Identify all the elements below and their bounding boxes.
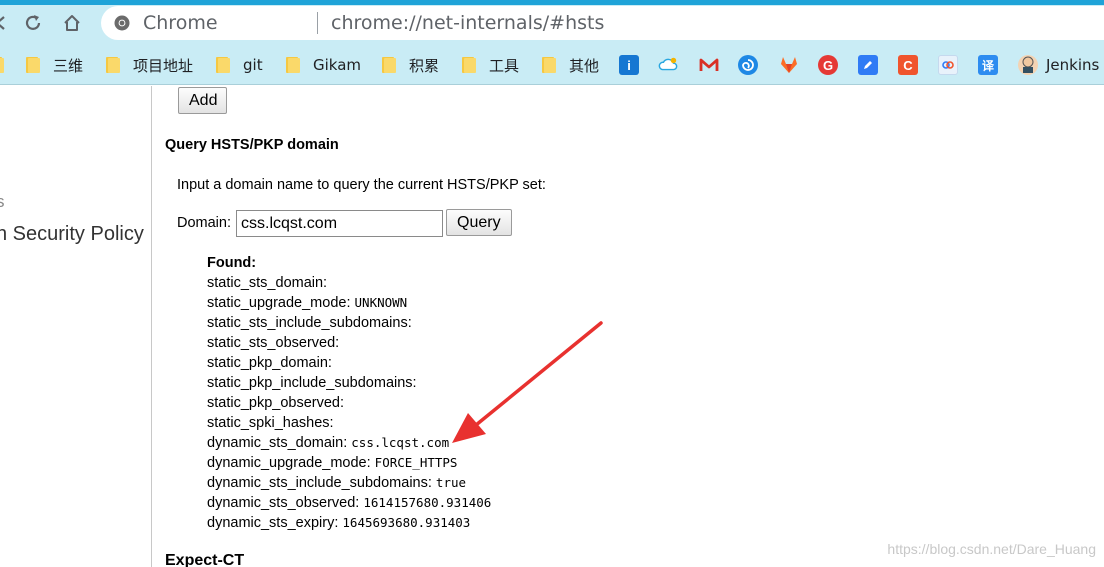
bookmark-folder-other[interactable]: 其他 [542, 45, 599, 84]
result-value: FORCE_HTTPS [374, 455, 458, 470]
result-key: dynamic_sts_observed: [207, 495, 360, 511]
translate-icon: 译 [978, 55, 998, 75]
query-instructions: Input a domain name to query the current… [177, 177, 546, 193]
bookmark-folder-sanwei[interactable]: 三维 [26, 45, 83, 84]
bookmark-gmail[interactable] [699, 45, 719, 84]
bookmark-folder-projects[interactable]: 项目地址 [106, 45, 193, 84]
bookmark-folder-git[interactable]: git [216, 45, 263, 84]
folder-icon [542, 57, 556, 73]
folder-icon [0, 57, 4, 73]
domain-query-input[interactable]: css.lcqst.com [236, 210, 443, 237]
result-value: true [435, 475, 467, 490]
query-button[interactable]: Query [446, 209, 512, 236]
bookmark-pen[interactable] [858, 45, 878, 84]
bookmark-g-red[interactable]: G [818, 45, 838, 84]
result-key: static_upgrade_mode: [207, 295, 351, 311]
result-row: static_upgrade_mode: UNKNOWN [207, 293, 491, 313]
swirl-icon [738, 55, 758, 75]
result-key: static_sts_observed: [207, 335, 340, 351]
bookmark-folder-gikam[interactable]: Gikam [286, 45, 361, 84]
query-section-heading: Query HSTS/PKP domain [165, 137, 339, 153]
query-results: Found: static_sts_domain: static_upgrade… [207, 253, 491, 533]
bookmark-folder-tools[interactable]: 工具 [462, 45, 519, 84]
bookmark-info[interactable]: i [619, 45, 639, 84]
folder-icon [26, 57, 40, 73]
result-key: static_sts_domain: [207, 275, 328, 291]
loop-icon [938, 55, 958, 75]
bookmark-folder-jilei[interactable]: 积累 [382, 45, 439, 84]
back-arrow-icon[interactable] [0, 11, 12, 35]
result-row: dynamic_sts_domain: css.lcqst.com [207, 433, 491, 453]
chrome-logo-icon [114, 15, 130, 31]
home-icon[interactable] [60, 11, 84, 35]
sidebar-item-domain-security-policy[interactable]: n Security Policy [0, 223, 144, 246]
bookmark-loop[interactable] [938, 45, 958, 84]
folder-icon [462, 57, 476, 73]
bookmark-partial[interactable] [0, 45, 4, 84]
result-key: dynamic_sts_domain: [207, 435, 348, 451]
toolbar-accent-stripe [0, 0, 1104, 5]
bookmark-weather[interactable] [658, 45, 678, 84]
gmail-icon [699, 55, 719, 75]
expect-ct-heading: Expect-CT [165, 552, 245, 567]
folder-icon [106, 57, 120, 73]
gitlab-icon [779, 55, 799, 75]
g-logo-icon: G [818, 55, 838, 75]
bookmarks-bar: 三维 项目地址 git Gikam 积累 工具 其他 i G C 译 Jenki… [0, 45, 1104, 85]
bookmark-jenkins[interactable]: Jenkins [1018, 45, 1099, 84]
result-value: 1645693680.931403 [342, 515, 471, 530]
bookmark-gitlab[interactable] [779, 45, 799, 84]
result-row: dynamic_sts_expiry: 1645693680.931403 [207, 513, 491, 533]
folder-icon [216, 57, 230, 73]
omnibox-separator [317, 12, 318, 34]
result-row: static_pkp_include_subdomains: [207, 373, 491, 393]
result-row: static_sts_domain: [207, 273, 491, 293]
result-key: static_spki_hashes: [207, 415, 334, 431]
browser-toolbar: Chrome chrome://net-internals/#hsts [0, 0, 1104, 45]
pen-icon [858, 55, 878, 75]
address-bar[interactable]: Chrome chrome://net-internals/#hsts [101, 6, 1104, 40]
omnibox-chrome-label: Chrome [143, 12, 218, 34]
result-row: dynamic_sts_include_subdomains: true [207, 473, 491, 493]
result-key: static_sts_include_subdomains: [207, 315, 412, 331]
reload-icon[interactable] [21, 11, 45, 35]
folder-icon [286, 57, 300, 73]
omnibox-url[interactable]: chrome://net-internals/#hsts [331, 11, 604, 35]
result-row: dynamic_sts_observed: 1614157680.931406 [207, 493, 491, 513]
sidebar-item-partial[interactable]: s [0, 192, 5, 212]
bookmark-translate[interactable]: 译 [978, 45, 998, 84]
result-value: UNKNOWN [354, 295, 408, 310]
net-internals-sidebar: s n Security Policy [0, 86, 152, 567]
result-key: static_pkp_domain: [207, 355, 332, 371]
bookmark-swirl[interactable] [738, 45, 758, 84]
result-key: static_pkp_observed: [207, 395, 345, 411]
hsts-panel: Add Query HSTS/PKP domain Input a domain… [153, 86, 1104, 567]
jenkins-icon [1018, 55, 1038, 75]
result-row: static_spki_hashes: [207, 413, 491, 433]
domain-label: Domain: [177, 215, 231, 231]
result-row: dynamic_upgrade_mode: FORCE_HTTPS [207, 453, 491, 473]
folder-icon [382, 57, 396, 73]
add-button[interactable]: Add [178, 87, 227, 114]
info-icon: i [619, 55, 639, 75]
cloud-icon [658, 55, 678, 75]
c-logo-icon: C [898, 55, 918, 75]
result-value: css.lcqst.com [351, 435, 450, 450]
result-row: static_pkp_domain: [207, 353, 491, 373]
csdn-watermark: https://blog.csdn.net/Dare_Huang [887, 541, 1096, 557]
result-key: static_pkp_include_subdomains: [207, 375, 417, 391]
result-value: 1614157680.931406 [363, 495, 492, 510]
result-row: static_sts_observed: [207, 333, 491, 353]
result-key: dynamic_sts_include_subdomains: [207, 475, 432, 491]
found-label: Found: [207, 255, 257, 271]
bookmark-c-orange[interactable]: C [898, 45, 918, 84]
result-key: dynamic_sts_expiry: [207, 515, 339, 531]
result-key: dynamic_upgrade_mode: [207, 455, 371, 471]
result-row: static_sts_include_subdomains: [207, 313, 491, 333]
result-row: static_pkp_observed: [207, 393, 491, 413]
